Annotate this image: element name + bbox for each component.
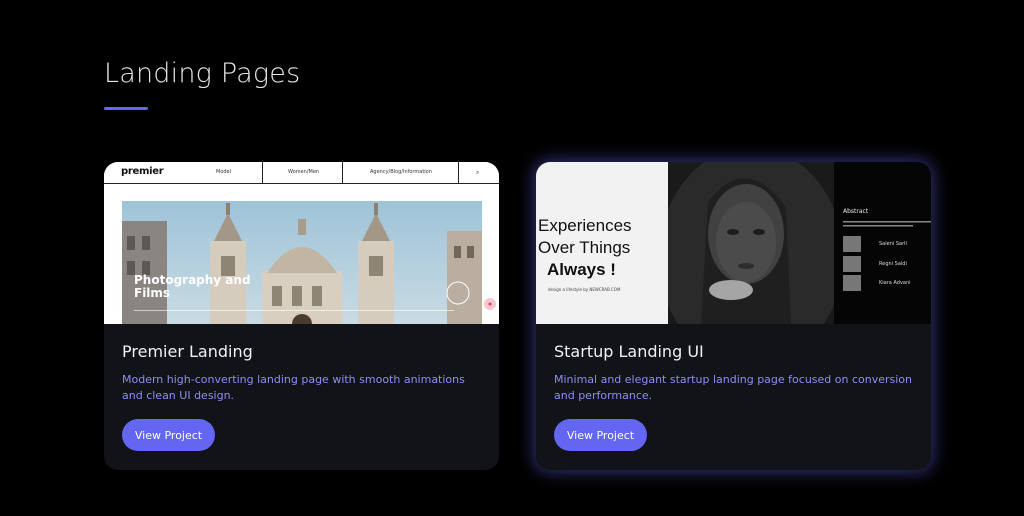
thumbnail-headline: Experiences [538,216,632,235]
view-project-button[interactable]: View Project [122,419,215,451]
project-description: Minimal and elegant startup landing page… [554,373,913,402]
thumbnail-person-name: Regni Saidi [879,261,907,267]
project-thumbnail-premier: premier Model Women/Men Agency/Blog/Info… [104,162,499,324]
cathedral-photo [122,201,482,324]
project-card-startup: Experiences Over Things Always ! design … [536,162,931,470]
thumbnail-nav-link: Model [216,169,232,175]
nav-divider [342,162,343,183]
thumbnail-text-panel: Experiences Over Things Always ! design … [536,162,668,324]
avatar [843,236,861,252]
nav-divider [262,162,263,183]
thumbnail-logo: premier [121,166,164,177]
thumbnail-caption: design a lifestyle by NEWCRAB.COM [548,287,621,292]
section-title: Landing Pages [104,58,301,89]
view-project-button[interactable]: View Project [554,419,647,451]
thumbnail-hero-text: Photography and Films [134,273,251,300]
thumbnail-sidebar-text [843,221,931,227]
project-thumbnail-startup: Experiences Over Things Always ! design … [536,162,931,324]
search-icon: ⌕ [476,169,480,176]
thumbnail-headline-bold: Always ! [547,260,616,279]
thumbnail-sidebar-title: Abstract [843,208,869,215]
thumbnail-nav: premier Model Women/Men Agency/Blog/Info… [104,162,499,184]
project-title: Startup Landing UI [554,342,704,361]
thumbnail-nav-link: Agency/Blog/Information [370,169,432,175]
project-card-premier: premier Model Women/Men Agency/Blog/Info… [104,162,499,470]
thumbnail-person-name: Kiara Advani [879,280,911,286]
avatar [843,275,861,291]
scroll-dot-icon [484,298,496,310]
thumbnail-headline: Over Things [538,238,631,257]
avatar [843,256,861,272]
project-title: Premier Landing [122,342,253,361]
thumbnail-nav-link: Women/Men [288,169,320,175]
nav-divider [458,162,459,183]
title-underline [104,107,148,110]
thumbnail-person-name: Saleni Sarli [879,241,907,247]
project-description: Modern high-converting landing page with… [122,373,465,402]
